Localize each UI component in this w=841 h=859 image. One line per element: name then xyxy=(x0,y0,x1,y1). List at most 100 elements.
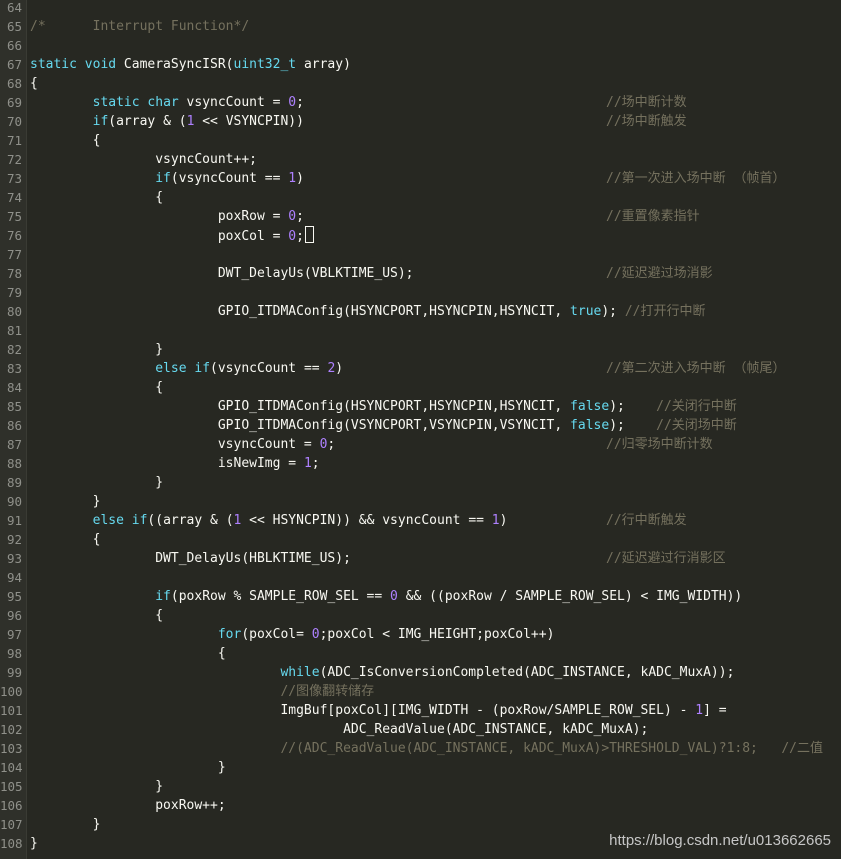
code-token: } xyxy=(30,342,164,357)
line-number: 100 xyxy=(0,684,23,699)
line-number: 79 xyxy=(6,285,22,300)
code-text: poxCol = 0; xyxy=(30,226,314,246)
code-token: poxRow++; xyxy=(30,798,226,813)
line-number: 106 xyxy=(0,798,23,813)
code-line[interactable]: 75 poxRow = 0; //重置像素指针 xyxy=(0,207,841,226)
code-text: if(poxRow % SAMPLE_ROW_SEL == 0 && ((pox… xyxy=(30,587,742,606)
code-line[interactable]: 90 } xyxy=(0,492,841,511)
code-line[interactable]: 80 GPIO_ITDMAConfig(HSYNCPORT,HSYNCPIN,H… xyxy=(0,302,841,321)
code-text: vsyncCount++; xyxy=(30,150,257,169)
code-line[interactable]: 69 static char vsyncCount = 0; //场中断计数 xyxy=(0,93,841,112)
code-line[interactable]: 94 xyxy=(0,568,841,587)
code-line[interactable]: 106 poxRow++; xyxy=(0,796,841,815)
code-text: ADC_ReadValue(ADC_INSTANCE, kADC_MuxA); xyxy=(30,720,648,739)
code-token: (poxRow % SAMPLE_ROW_SEL == xyxy=(170,589,391,604)
code-line[interactable]: 98 { xyxy=(0,644,841,663)
code-line[interactable]: 86 GPIO_ITDMAConfig(VSYNCPORT,VSYNCPIN,V… xyxy=(0,416,841,435)
code-line[interactable]: 101 ImgBuf[poxCol][IMG_WIDTH - (poxRow/S… xyxy=(0,701,841,720)
keyword-token: if xyxy=(155,171,171,186)
line-number: 80 xyxy=(6,304,22,319)
keyword-token: false xyxy=(570,399,610,414)
line-number: 69 xyxy=(6,95,22,110)
code-line[interactable]: 91 else if((array & (1 << HSYNCPIN)) && … xyxy=(0,511,841,530)
code-line[interactable]: 67 static void CameraSyncISR(uint32_t arr… xyxy=(0,55,841,74)
code-line[interactable]: 87 vsyncCount = 0; //归零场中断计数 xyxy=(0,435,841,454)
code-line[interactable]: 64 xyxy=(0,0,841,17)
keyword-token: static void xyxy=(30,57,117,72)
code-line[interactable]: 104 } xyxy=(0,758,841,777)
code-line[interactable]: 78 DWT_DelayUs(VBLKTIME_US); //延迟避过场消影 xyxy=(0,264,841,283)
code-line[interactable]: 83 else if(vsyncCount == 2) //第二次进入场中断 （帧… xyxy=(0,359,841,378)
code-line[interactable]: 76 poxCol = 0; xyxy=(0,226,841,245)
code-text: while(ADC_IsConversionCompleted(ADC_INST… xyxy=(30,663,734,682)
line-number: 68 xyxy=(6,76,22,91)
code-token: (poxCol= xyxy=(241,627,312,642)
code-editor[interactable]: 64 65 /* Interrupt Function*/ 66 67 static vo… xyxy=(0,0,841,859)
code-line[interactable]: 92 { xyxy=(0,530,841,549)
code-token: << VSYNCPIN)) xyxy=(194,114,304,129)
number-token: 1 xyxy=(303,456,312,471)
code-line[interactable]: 66 xyxy=(0,36,841,55)
code-text: DWT_DelayUs(VBLKTIME_US); xyxy=(30,264,414,283)
code-text: { xyxy=(30,188,163,207)
line-number: 87 xyxy=(6,437,22,452)
code-token: (vsyncCount == xyxy=(170,171,289,186)
comment-token: //图像翻转储存 xyxy=(280,684,375,699)
code-line[interactable]: 71 { xyxy=(0,131,841,150)
code-line[interactable]: 79 xyxy=(0,283,841,302)
code-text: vsyncCount = 0; xyxy=(30,435,335,454)
code-token: ); xyxy=(601,304,625,319)
code-line[interactable]: 73 if(vsyncCount == 1) //第一次进入场中断 （帧首） xyxy=(0,169,841,188)
code-line[interactable]: 85 GPIO_ITDMAConfig(HSYNCPORT,HSYNCPIN,H… xyxy=(0,397,841,416)
code-line[interactable]: 103 //(ADC_ReadValue(ADC_INSTANCE, kADC_… xyxy=(0,739,841,758)
code-line[interactable]: 97 for(poxCol= 0;poxCol < IMG_HEIGHT;pox… xyxy=(0,625,841,644)
code-token: && ((poxRow / SAMPLE_ROW_SEL) < IMG_WIDT… xyxy=(397,589,743,604)
line-number: 97 xyxy=(6,627,22,642)
code-line[interactable]: 68 { xyxy=(0,74,841,93)
code-text: static void CameraSyncISR(uint32_t array… xyxy=(30,55,351,74)
code-line[interactable]: 95 if(poxRow % SAMPLE_ROW_SEL == 0 && ((… xyxy=(0,587,841,606)
code-line[interactable]: 99 while(ADC_IsConversionCompleted(ADC_I… xyxy=(0,663,841,682)
code-line[interactable]: 77 xyxy=(0,245,841,264)
code-text: poxRow++; xyxy=(30,796,226,815)
code-line[interactable]: 89 } xyxy=(0,473,841,492)
code-token: vsyncCount = xyxy=(30,437,320,452)
code-text: for(poxCol= 0;poxCol < IMG_HEIGHT;poxCol… xyxy=(30,625,555,644)
line-number: 101 xyxy=(0,703,23,718)
code-line[interactable]: 72 vsyncCount++; xyxy=(0,150,841,169)
code-token: { xyxy=(30,532,101,547)
code-line[interactable]: 65 /* Interrupt Function*/ xyxy=(0,17,841,36)
line-number: 85 xyxy=(6,399,22,414)
code-token: ADC_ReadValue(ADC_INSTANCE, kADC_MuxA); xyxy=(30,722,649,737)
code-text: else if((array & (1 << HSYNCPIN)) && vsy… xyxy=(30,511,508,530)
code-token: ; xyxy=(296,229,304,244)
code-token: ; xyxy=(327,437,336,452)
code-token: GPIO_ITDMAConfig(VSYNCPORT,VSYNCPIN,VSYN… xyxy=(30,418,571,433)
keyword-token: static char xyxy=(92,95,179,110)
code-line[interactable]: 102 ADC_ReadValue(ADC_INSTANCE, kADC_Mux… xyxy=(0,720,841,739)
keyword-token: false xyxy=(570,418,610,433)
code-line[interactable]: 96 { xyxy=(0,606,841,625)
code-line[interactable]: 105 } xyxy=(0,777,841,796)
line-comment: //延迟避过场消影 xyxy=(606,266,713,281)
code-line[interactable]: 74 { xyxy=(0,188,841,207)
line-number: 99 xyxy=(6,665,22,680)
code-text: } xyxy=(30,777,163,796)
line-number: 89 xyxy=(6,475,22,490)
code-token: { xyxy=(30,133,101,148)
code-line[interactable]: 88 isNewImg = 1; xyxy=(0,454,841,473)
code-token: } xyxy=(30,475,164,490)
line-number: 77 xyxy=(6,247,22,262)
code-line[interactable]: 100 //图像翻转储存 xyxy=(0,682,841,701)
code-line[interactable]: 93 DWT_DelayUs(HBLKTIME_US); //延迟避过行消影区 xyxy=(0,549,841,568)
code-line[interactable]: 82 } xyxy=(0,340,841,359)
code-line[interactable]: 81 xyxy=(0,321,841,340)
line-number: 75 xyxy=(6,209,22,224)
code-line[interactable]: 84 { xyxy=(0,378,841,397)
code-text: { xyxy=(30,378,163,397)
code-line[interactable]: 70 if(array & (1 << VSYNCPIN)) //场中断触发 xyxy=(0,112,841,131)
keyword-token: while xyxy=(280,665,320,680)
